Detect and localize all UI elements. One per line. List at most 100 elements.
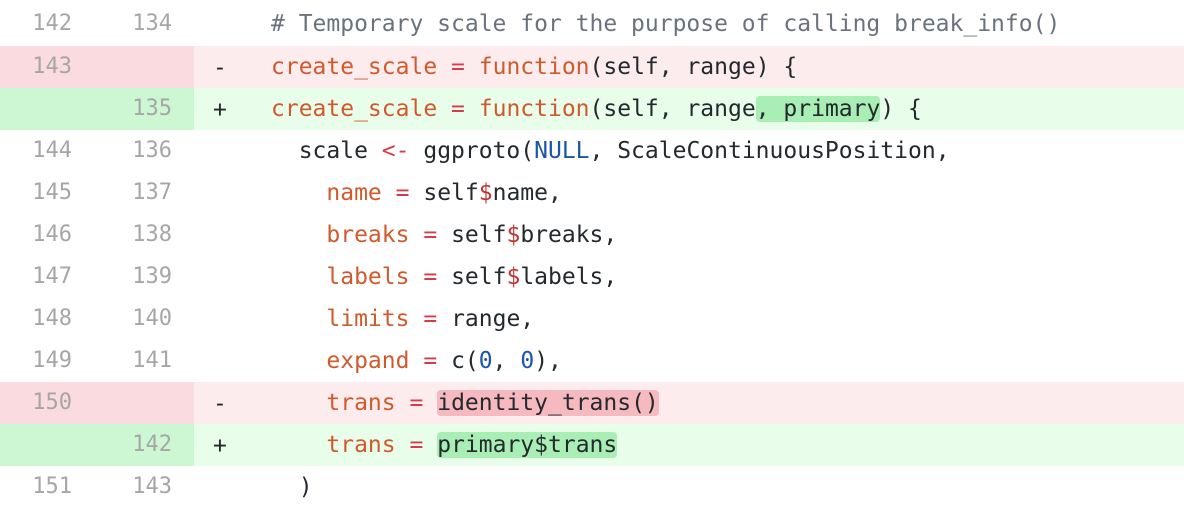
diff-line: 146 138 breaks = self$breaks, <box>0 214 1184 256</box>
new-line-number[interactable]: 140 <box>94 298 194 340</box>
code-keyword: function <box>478 54 590 80</box>
new-line-number[interactable]: 143 <box>94 466 194 508</box>
diff-marker <box>213 256 233 298</box>
diff-marker <box>213 172 233 214</box>
code-argument: breaks <box>326 222 410 248</box>
code-argument: name <box>326 180 382 206</box>
code-line: limits = range, <box>271 298 534 340</box>
code-number: 0 <box>478 348 493 374</box>
diff-line: 151 143 ) <box>0 466 1184 508</box>
diff-marker <box>213 130 233 172</box>
code-token: (self, range) { <box>589 54 798 80</box>
code-operator: = <box>423 306 438 332</box>
diff-marker-minus: - <box>213 55 227 81</box>
code-argument: labels <box>326 264 410 290</box>
code-operator: = <box>423 264 438 290</box>
code-operator: = <box>423 348 438 374</box>
diff-line-deleted: 150 - trans = identity_trans() <box>0 382 1184 424</box>
new-line-number[interactable] <box>94 46 194 88</box>
code-keyword: function <box>478 96 590 122</box>
code-operator: = <box>409 432 424 458</box>
old-line-number[interactable]: 147 <box>0 256 94 298</box>
diff-line: 149 141 expand = c(0, 0), <box>0 340 1184 382</box>
code-comment: # Temporary scale for the purpose of cal… <box>271 11 1061 37</box>
code-operator: $ <box>478 180 493 206</box>
code-operator: <- <box>381 138 410 164</box>
old-line-number[interactable] <box>0 424 94 466</box>
old-line-number[interactable]: 148 <box>0 298 94 340</box>
new-line-number[interactable]: 142 <box>94 424 194 466</box>
old-line-number[interactable]: 149 <box>0 340 94 382</box>
code-token: self <box>423 180 479 206</box>
code-line: scale <- ggproto(NULL, ScaleContinuousPo… <box>271 130 950 172</box>
diff-marker-plus: + <box>213 97 227 123</box>
new-line-number[interactable]: 136 <box>94 130 194 172</box>
added-highlight: , primary <box>755 96 881 122</box>
code-token: breaks, <box>520 222 618 248</box>
code-line: breaks = self$breaks, <box>271 214 617 256</box>
code-operator: $ <box>506 222 521 248</box>
code-token: self <box>451 264 507 290</box>
code-argument: limits <box>326 306 410 332</box>
code-token: c( <box>451 348 479 374</box>
diff-line: 144 136 scale <- ggproto(NULL, ScaleCont… <box>0 130 1184 172</box>
code-operator: = <box>409 390 424 416</box>
diff-line-deleted: 143 - create_scale = function(self, rang… <box>0 46 1184 88</box>
code-token: ) { <box>880 96 922 122</box>
old-line-number[interactable] <box>0 88 94 130</box>
code-token: ggproto( <box>409 138 535 164</box>
deleted-highlight: identity_trans() <box>437 390 659 416</box>
new-line-number[interactable] <box>94 382 194 424</box>
diff-marker-plus: + <box>213 433 227 459</box>
code-token: ), <box>534 348 562 374</box>
added-highlight: primary$trans <box>437 432 618 458</box>
diff-line-added: 142 + trans = primary$trans <box>0 424 1184 466</box>
code-line: # Temporary scale for the purpose of cal… <box>271 0 1060 46</box>
new-line-number[interactable]: 139 <box>94 256 194 298</box>
diff-marker <box>213 298 233 340</box>
code-operator: = <box>451 54 465 80</box>
code-token: , <box>492 348 521 374</box>
code-token: self <box>451 222 507 248</box>
old-line-number[interactable]: 142 <box>0 0 94 46</box>
new-line-number[interactable]: 135 <box>94 88 194 130</box>
old-line-number[interactable]: 144 <box>0 130 94 172</box>
new-line-number[interactable]: 141 <box>94 340 194 382</box>
old-line-number[interactable]: 145 <box>0 172 94 214</box>
code-argument: expand <box>326 348 410 374</box>
diff-view: 142 134 # Temporary scale for the purpos… <box>0 0 1184 516</box>
old-line-number[interactable]: 150 <box>0 382 94 424</box>
new-line-number[interactable]: 138 <box>94 214 194 256</box>
old-line-number[interactable]: 151 <box>0 466 94 508</box>
code-line: create_scale = function(self, range) { <box>271 46 797 88</box>
code-token: create_scale <box>271 96 438 122</box>
code-operator: = <box>395 180 410 206</box>
code-line: trans = identity_trans() <box>271 382 659 424</box>
code-argument: trans <box>326 390 396 416</box>
diff-marker <box>213 466 233 508</box>
code-argument: trans <box>326 432 396 458</box>
new-line-number[interactable]: 134 <box>94 0 194 46</box>
diff-line-added: 135 + create_scale = function(self, rang… <box>0 88 1184 130</box>
code-token: name, <box>492 180 562 206</box>
code-token: range, <box>451 306 535 332</box>
diff-line: 142 134 # Temporary scale for the purpos… <box>0 0 1184 46</box>
code-token: , ScaleContinuousPosition, <box>589 138 950 164</box>
diff-marker <box>213 0 233 46</box>
new-line-number[interactable]: 137 <box>94 172 194 214</box>
old-line-number[interactable]: 143 <box>0 46 94 88</box>
code-token: (self, range <box>589 96 756 122</box>
code-operator: = <box>451 96 465 122</box>
code-line: ) <box>271 466 313 508</box>
code-line: create_scale = function(self, range, pri… <box>271 88 922 130</box>
code-line: name = self$name, <box>271 172 562 214</box>
code-constant: NULL <box>534 138 590 164</box>
diff-marker <box>213 214 233 256</box>
code-line: trans = primary$trans <box>271 424 618 466</box>
diff-line: 147 139 labels = self$labels, <box>0 256 1184 298</box>
old-line-number[interactable]: 146 <box>0 214 94 256</box>
code-operator: $ <box>506 264 521 290</box>
code-line: expand = c(0, 0), <box>271 340 562 382</box>
code-number: 0 <box>520 348 535 374</box>
code-token: create_scale <box>271 54 438 80</box>
